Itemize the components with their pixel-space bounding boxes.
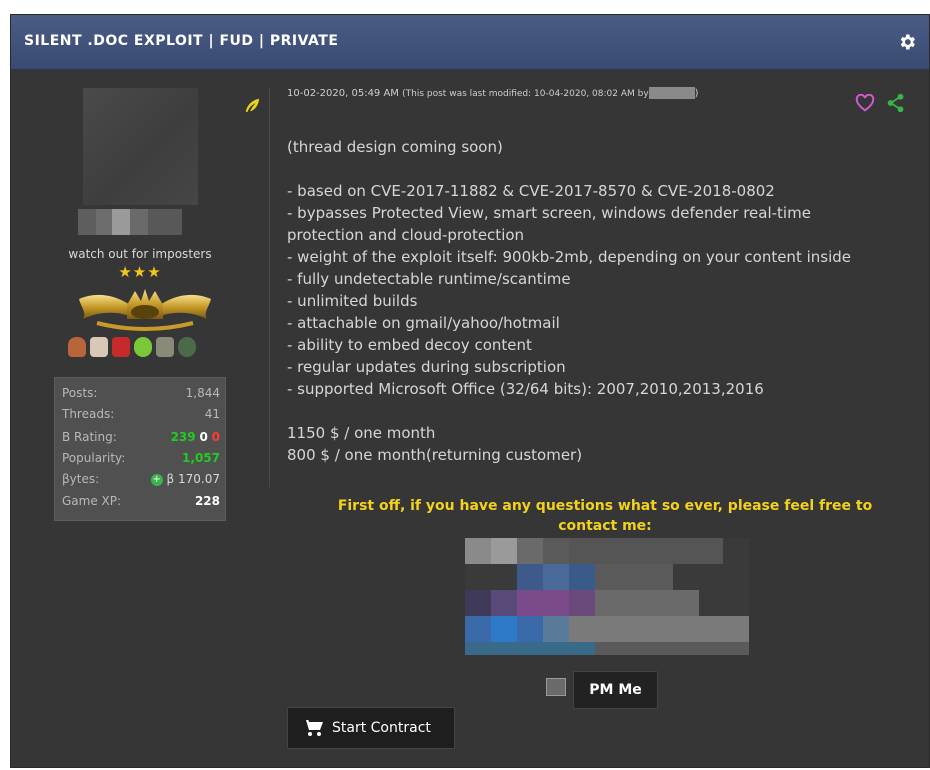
stat-b-rating: B Rating: 239 0 0 xyxy=(62,430,220,444)
stat-threads: Threads: 41 xyxy=(62,407,220,421)
post-line: - fully undetectable runtime/scantime xyxy=(287,270,571,288)
cart-icon xyxy=(302,720,323,736)
contact-info-redacted xyxy=(465,538,749,655)
thread-title: SILENT .DOC EXPLOIT | FUD | PRIVATE xyxy=(24,33,339,49)
stat-popularity: Popularity: 1,057 xyxy=(62,451,220,465)
post-line: - based on CVE-2017-11882 & CVE-2017-857… xyxy=(287,182,775,200)
stat-game-xp: Game XP: 228 xyxy=(62,494,220,508)
award-row xyxy=(66,335,216,361)
quill-icon xyxy=(245,98,260,113)
editor-redacted xyxy=(648,87,695,99)
stat-bytes: βytes: + β 170.07 xyxy=(62,472,220,486)
contact-notice: First off, if you have any questions wha… xyxy=(337,498,873,534)
award-icon[interactable] xyxy=(68,337,86,357)
post-line: - attachable on gmail/yahoo/hotmail xyxy=(287,314,560,332)
award-icon[interactable] xyxy=(178,337,196,357)
rating-positive: 239 xyxy=(170,430,196,444)
post-line: - weight of the exploit itself: 900kb-2m… xyxy=(287,248,851,266)
gear-icon[interactable] xyxy=(897,32,917,52)
post-line: (thread design coming soon) xyxy=(287,138,503,156)
contract-label: Start Contract xyxy=(332,720,431,736)
post-line: - ability to embed decoy content xyxy=(287,336,532,354)
post-line: - bypasses Protected View, smart screen,… xyxy=(287,204,811,222)
post-line: 1150 $ / one month xyxy=(287,424,436,442)
award-icon[interactable] xyxy=(90,337,108,357)
heart-icon[interactable] xyxy=(855,94,875,112)
thread-panel: SILENT .DOC EXPLOIT | FUD | PRIVATE watc… xyxy=(10,14,930,768)
post-date: 10-02-2020, 05:49 AM (This post was last… xyxy=(287,87,699,99)
modified-note: (This post was last modified: 10-04-2020… xyxy=(402,89,649,99)
pm-icon xyxy=(546,678,566,696)
award-icon[interactable] xyxy=(156,337,174,357)
rating-neutral: 0 xyxy=(199,430,208,444)
post-line: - unlimited builds xyxy=(287,292,418,310)
thread-header: SILENT .DOC EXPLOIT | FUD | PRIVATE xyxy=(11,15,929,70)
username-redacted[interactable] xyxy=(78,209,182,235)
pm-button[interactable]: PM Me xyxy=(573,671,658,709)
rank-stars: ★★★ xyxy=(118,263,162,281)
post-line xyxy=(287,158,851,180)
post-line: - supported Microsoft Office (32/64 bits… xyxy=(287,380,764,398)
user-title: watch out for imposters xyxy=(68,247,212,261)
post-body: (thread design coming soon) - based on C… xyxy=(287,136,851,466)
start-contract-button[interactable]: Start Contract xyxy=(287,707,455,749)
post-line: protection and cloud-protection xyxy=(287,226,525,244)
award-icon[interactable] xyxy=(112,337,130,357)
post-line: - regular updates during subscription xyxy=(287,358,566,376)
user-stats: Posts: 1,844 Threads: 41 B Rating: 239 0… xyxy=(54,377,226,521)
share-icon[interactable] xyxy=(887,93,905,113)
post-line xyxy=(287,400,851,422)
rating-negative: 0 xyxy=(211,430,220,444)
avatar[interactable] xyxy=(83,88,198,205)
column-divider xyxy=(269,87,270,487)
plus-icon[interactable]: + xyxy=(150,473,163,486)
stat-posts: Posts: 1,844 xyxy=(62,386,220,400)
award-icon[interactable] xyxy=(134,337,152,357)
post-line: 800 $ / one month(returning customer) xyxy=(287,446,583,464)
rank-badge-icon xyxy=(79,289,211,331)
